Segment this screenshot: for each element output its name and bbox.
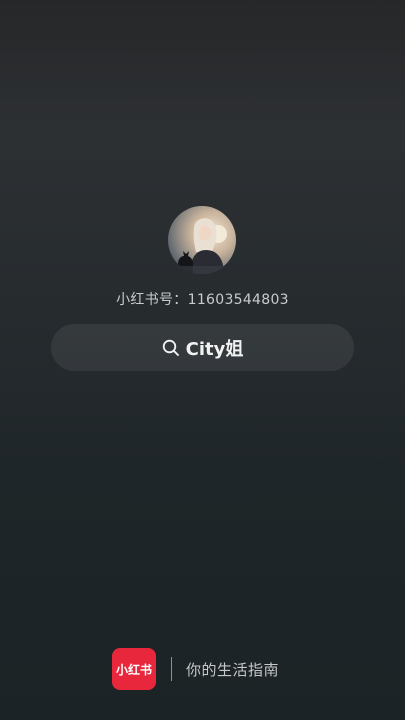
footer-divider <box>171 657 172 681</box>
search-icon <box>162 339 180 357</box>
footer-branding: 小红书 你的生活指南 <box>112 648 279 690</box>
account-id-label: 小红书号：11603544803 <box>116 292 289 308</box>
avatar-illustration <box>168 206 236 274</box>
search-query: City姐 <box>185 338 244 360</box>
share-card-screen: 小红书号：11603544803 City姐 小红书 你的生活指南 <box>0 0 405 720</box>
app-logo-text: 小红书 <box>115 662 152 677</box>
search-bar[interactable]: City姐 <box>51 324 354 371</box>
avatar[interactable] <box>168 206 236 274</box>
slogan: 你的生活指南 <box>186 660 280 679</box>
app-logo: 小红书 <box>112 648 156 690</box>
